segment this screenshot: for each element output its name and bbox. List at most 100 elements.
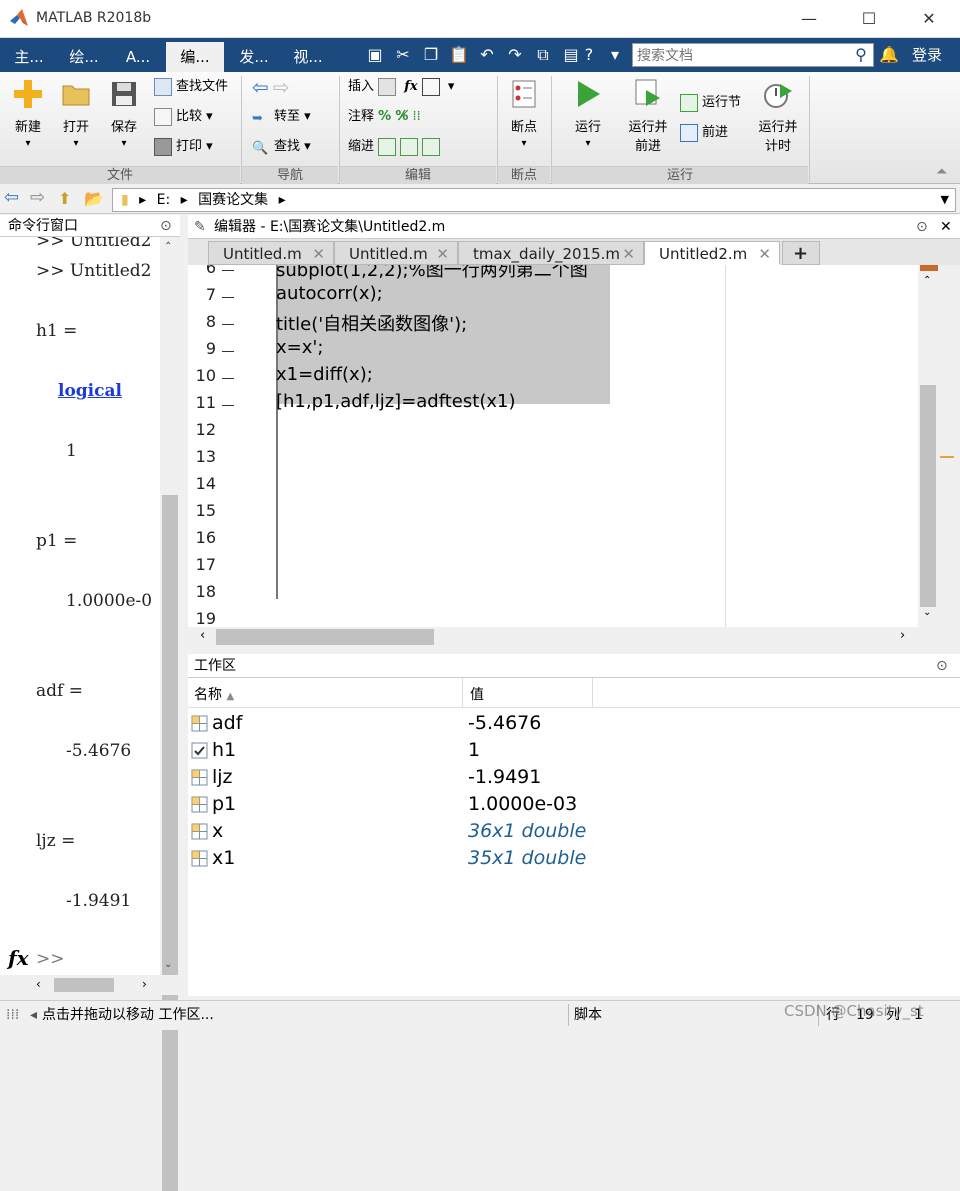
close-tab-icon[interactable]: ✕ <box>312 242 325 266</box>
run-and-time-button[interactable]: 运行并 计时 <box>752 78 804 154</box>
tab-plots[interactable]: 绘... <box>58 42 110 72</box>
scroll-right-icon[interactable]: › <box>142 977 147 991</box>
copy-icon[interactable]: ❐ <box>420 44 442 66</box>
code-line[interactable]: autocorr(x); <box>276 283 383 304</box>
scroll-left-icon[interactable]: ‹ <box>36 977 41 991</box>
switch-window-icon[interactable]: ⧉ <box>532 44 554 66</box>
new-button[interactable]: 新建 ▾ <box>6 78 50 150</box>
close-button[interactable]: ✕ <box>906 4 952 34</box>
code-line[interactable]: x=x'; <box>276 337 323 358</box>
code-line[interactable]: x1=diff(x); <box>276 364 373 385</box>
back-icon[interactable]: ⇦ <box>4 187 19 208</box>
bell-icon[interactable]: 🔔 <box>878 44 900 66</box>
path-dropdown-icon[interactable]: ▼ <box>941 189 949 211</box>
undo-icon[interactable]: ↶ <box>476 44 498 66</box>
panel-menu-icon[interactable]: ⊙ <box>160 215 172 237</box>
editor-tab[interactable]: Untitled.m ✕ <box>208 241 334 265</box>
editor-tab-active[interactable]: Untitled2.m ✕ <box>644 241 780 265</box>
up-folder-icon[interactable]: ⬆ <box>58 189 71 208</box>
command-vertical-scrollbar[interactable]: ⌃ ⌄ <box>160 237 180 1191</box>
tab-view[interactable]: 视... <box>282 42 334 72</box>
editor-tab[interactable]: Untitled.m ✕ <box>334 241 458 265</box>
forward-icon[interactable]: ⇨ <box>30 187 45 208</box>
goto-button[interactable]: ➥ 转至 ▾ <box>252 106 311 128</box>
close-tab-icon[interactable]: ✕ <box>758 242 771 266</box>
command-prompt[interactable]: >> <box>36 949 65 969</box>
breakpoint-marker[interactable] <box>222 297 234 298</box>
cut-icon[interactable]: ✂ <box>392 44 414 66</box>
column-value-header[interactable]: 值 <box>470 684 484 704</box>
scroll-thumb[interactable] <box>162 495 178 1191</box>
print-button[interactable]: 打印 ▾ <box>154 136 213 158</box>
comment-button[interactable]: 注释 % %̸ ⁞⁞ <box>348 106 421 128</box>
compare-button[interactable]: 比较 ▾ <box>154 106 213 128</box>
column-name-header[interactable]: 名称 ▲ <box>194 684 234 704</box>
path-field[interactable]: ▮ ▸ E: ▸ 国赛论文集 ▸ ▼ <box>112 188 956 212</box>
tab-apps[interactable]: A... <box>112 42 164 72</box>
panel-menu-icon[interactable]: ⊙ <box>916 215 928 239</box>
code-line[interactable]: title('自相关函数图像'); <box>276 310 467 336</box>
run-section-button[interactable]: 运行节 <box>680 92 741 114</box>
command-window-output[interactable]: >> Untitled2 >> Untitled2 h1 = logical 1… <box>34 237 160 975</box>
tab-editor[interactable]: 编... <box>166 42 224 72</box>
open-button[interactable]: 打开 ▾ <box>54 78 98 150</box>
editor-tab[interactable]: tmax_daily_2015.m ✕ <box>458 241 644 265</box>
search-input[interactable] <box>632 43 874 67</box>
logical-link[interactable]: logical <box>58 381 122 401</box>
scroll-left-icon[interactable]: ‹ <box>200 628 205 643</box>
minimize-button[interactable]: — <box>786 4 832 34</box>
scroll-thumb[interactable] <box>920 385 936 607</box>
tab-publish[interactable]: 发... <box>228 42 280 72</box>
column-divider[interactable] <box>592 678 593 708</box>
browse-folder-icon[interactable]: 📂 <box>84 189 104 208</box>
run-and-advance-button[interactable]: 运行并 前进 <box>622 78 674 154</box>
insert-button[interactable]: 插入 fx ▾ <box>348 76 454 98</box>
editor-horizontal-scrollbar[interactable]: ‹ › <box>188 627 918 647</box>
help-icon[interactable]: ? <box>576 44 602 66</box>
login-link[interactable]: 登录 <box>912 44 942 65</box>
breakpoint-marker[interactable] <box>222 405 234 406</box>
breakpoints-button[interactable]: 断点 ▾ <box>502 78 546 150</box>
scroll-up-icon[interactable]: ⌃ <box>164 241 172 252</box>
chevron-down-icon[interactable]: ▾ <box>604 44 626 66</box>
workspace-row[interactable]: adf -5.4676 <box>188 710 960 737</box>
save-icon[interactable]: ▣ <box>364 44 386 66</box>
save-button[interactable]: 保存 ▾ <box>102 78 146 150</box>
find-button[interactable]: 🔍 查找 ▾ <box>252 136 311 158</box>
workspace-row[interactable]: x1 35x1 double <box>188 845 960 872</box>
scroll-thumb[interactable] <box>54 978 114 992</box>
dropdown-icon[interactable]: ◂ <box>30 1001 37 1029</box>
code-line[interactable]: subplot(1,2,2);%图一行两列第二个图 <box>276 265 588 282</box>
resize-grip-icon[interactable]: ⁞⁞⁞ <box>6 1001 19 1029</box>
command-horizontal-scrollbar[interactable]: ‹ › <box>0 975 180 995</box>
path-folder[interactable]: 国赛论文集 <box>198 192 268 208</box>
search-icon[interactable]: ⚲ <box>850 44 872 66</box>
new-tab-button[interactable]: + <box>782 241 820 265</box>
path-drive[interactable]: E: <box>157 192 171 208</box>
indent-button[interactable]: 缩进 <box>348 136 444 158</box>
run-button[interactable]: 运行 ▾ <box>562 78 614 150</box>
code-area[interactable]: 6 subplot(1,2,2);%图一行两列第二个图 7 autocorr(x); 8… <box>188 265 918 627</box>
scroll-thumb[interactable] <box>216 629 434 645</box>
code-line[interactable]: [h1,p1,adf,ljz]=adftest(x1) <box>276 391 515 412</box>
column-divider[interactable] <box>462 678 463 708</box>
close-editor-icon[interactable]: ✕ <box>940 215 952 239</box>
breakpoint-marker[interactable] <box>222 378 234 379</box>
redo-icon[interactable]: ↷ <box>504 44 526 66</box>
back-forward-buttons[interactable]: ⇦ ⇨ <box>252 76 290 98</box>
workspace-row[interactable]: p1 1.0000e-03 <box>188 791 960 818</box>
fx-button[interactable]: fx <box>404 79 417 94</box>
find-files-button[interactable]: 查找文件 <box>154 76 228 98</box>
breakpoint-marker[interactable] <box>222 324 234 325</box>
breakpoint-marker[interactable] <box>222 351 234 352</box>
scroll-down-icon[interactable]: ⌄ <box>164 959 172 970</box>
collapse-ribbon-icon[interactable]: ⏶ <box>936 164 947 180</box>
fx-icon[interactable]: fx <box>8 946 29 970</box>
code-analyzer-marker[interactable] <box>940 456 954 458</box>
paste-icon[interactable]: 📋 <box>448 44 470 66</box>
tab-home[interactable]: 主... <box>2 42 56 72</box>
workspace-row[interactable]: h1 1 <box>188 737 960 764</box>
workspace-row[interactable]: ljz -1.9491 <box>188 764 960 791</box>
scroll-up-icon[interactable]: ⌃ <box>923 275 931 286</box>
editor-vertical-scrollbar[interactable]: ⌃ ⌄ <box>918 265 938 627</box>
